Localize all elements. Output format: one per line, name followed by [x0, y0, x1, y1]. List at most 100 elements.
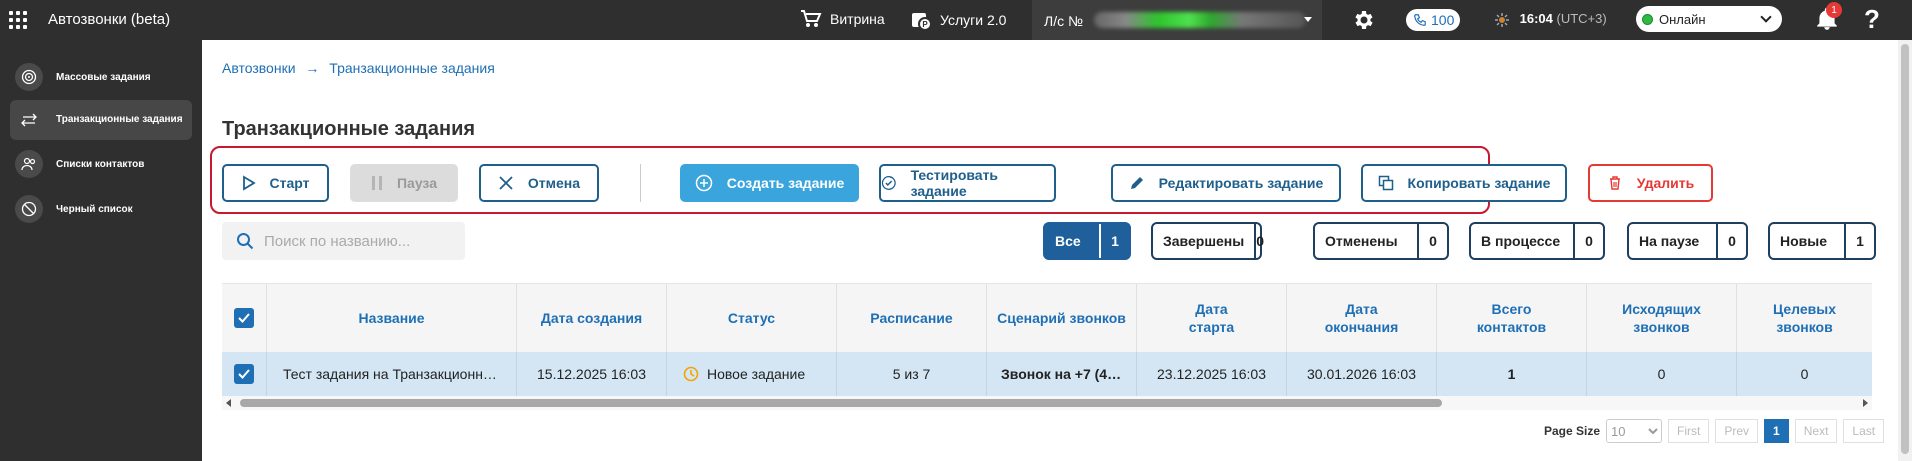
check-icon — [238, 369, 250, 379]
column-header-scenario[interactable]: Сценарий звонков — [987, 284, 1137, 352]
column-header-name[interactable]: Название — [267, 284, 517, 352]
column-header-schedule[interactable]: Расписание — [837, 284, 987, 352]
current-page-button[interactable]: 1 — [1764, 419, 1789, 443]
edit-task-label: Редактировать задание — [1158, 175, 1324, 191]
scrollbar-thumb[interactable] — [1901, 44, 1909, 454]
column-header-end[interactable]: Дата окончания — [1287, 284, 1437, 352]
phone-icon — [1414, 14, 1426, 26]
cell-end: 30.01.2026 16:03 — [1287, 352, 1437, 396]
breadcrumb-current[interactable]: Транзакционные задания — [329, 60, 495, 76]
create-task-label: Создать задание — [726, 175, 845, 191]
cell-scenario: Звонок на +7 (4… — [987, 352, 1137, 396]
table-row[interactable]: Тест задания на Транзакционн… 15.12.2025… — [222, 352, 1872, 396]
search-input[interactable]: Поиск по названию... — [222, 222, 465, 260]
column-header-contacts[interactable]: Всего контактов — [1437, 284, 1587, 352]
clock-time: 16:04 — [1519, 11, 1553, 26]
cell-target: 0 — [1800, 366, 1809, 382]
page-title: Транзакционные задания — [222, 118, 476, 140]
check-circle-icon — [881, 176, 896, 190]
first-page-button[interactable]: First — [1668, 419, 1710, 443]
start-button[interactable]: Старт — [222, 164, 329, 202]
cancel-button[interactable]: Отмена — [479, 164, 599, 202]
next-page-button[interactable]: Next — [1794, 419, 1838, 443]
pause-button[interactable]: Пауза — [350, 164, 458, 202]
column-header-target[interactable]: Целевых звонков — [1737, 284, 1872, 352]
scroll-right-icon[interactable] — [1863, 399, 1868, 407]
table-header: Название Дата создания Статус Расписание… — [222, 284, 1872, 352]
close-icon — [499, 176, 513, 190]
services-link[interactable]: P Услуги 2.0 — [910, 9, 1006, 31]
filter-cancelled[interactable]: Отменены 0 — [1313, 222, 1449, 260]
filter-label: Отменены — [1325, 233, 1398, 249]
status-select[interactable]: Онлайн — [1636, 6, 1782, 32]
scroll-left-icon[interactable] — [226, 399, 231, 407]
gear-icon[interactable] — [1351, 8, 1375, 32]
delete-button[interactable]: Удалить — [1588, 164, 1713, 202]
filter-count: 1 — [1844, 224, 1874, 258]
cancel-label: Отмена — [527, 175, 581, 191]
account-selector[interactable]: Л/с № — [1032, 0, 1322, 40]
showcase-label: Витрина — [830, 11, 885, 27]
calls-counter[interactable]: 100 — [1406, 9, 1460, 31]
filter-count: 0 — [1254, 224, 1264, 258]
block-icon — [15, 195, 43, 223]
filter-completed[interactable]: Завершены 0 — [1151, 222, 1264, 260]
copy-task-button[interactable]: Копировать задание — [1361, 164, 1567, 202]
cell-created: 15.12.2025 16:03 — [517, 352, 667, 396]
breadcrumb-root-link[interactable]: Автозвонки — [222, 60, 296, 76]
svg-text:P: P — [922, 20, 928, 29]
page-size-select[interactable]: 10 — [1606, 419, 1663, 443]
filter-count: 0 — [1417, 224, 1447, 258]
pause-label: Пауза — [396, 175, 437, 191]
filter-count: 1 — [1099, 224, 1129, 258]
select-all-checkbox[interactable] — [234, 308, 254, 328]
prev-page-button[interactable]: Prev — [1715, 419, 1759, 443]
search-placeholder: Поиск по названию... — [264, 232, 411, 250]
sidebar-item-transactional-tasks[interactable]: Транзакционные задания — [10, 100, 192, 140]
table-horizontal-scrollbar[interactable] — [222, 396, 1872, 410]
edit-task-button[interactable]: Редактировать задание — [1111, 164, 1341, 202]
calls-count: 100 — [1431, 12, 1455, 28]
sidebar: Массовые задания Транзакционные задания … — [0, 40, 202, 461]
create-task-button[interactable]: Создать задание — [680, 164, 859, 202]
last-page-button[interactable]: Last — [1843, 419, 1885, 443]
sidebar-item-mass-tasks[interactable]: Массовые задания — [10, 60, 192, 94]
breadcrumb-arrow: → — [305, 60, 320, 76]
showcase-link[interactable]: Витрина — [800, 9, 885, 29]
app-title: Автозвонки (beta) — [48, 11, 171, 28]
test-task-label: Тестировать задание — [910, 167, 999, 199]
page-scrollbar[interactable] — [1898, 40, 1912, 461]
column-header-start[interactable]: Дата старта — [1137, 284, 1287, 352]
filter-label: В процессе — [1481, 233, 1561, 249]
horizontal-scroll-thumb[interactable] — [240, 399, 1442, 407]
chevron-down-icon — [1760, 11, 1772, 23]
apps-grid-icon[interactable] — [9, 11, 27, 29]
notifications-button[interactable]: 1 — [1814, 2, 1842, 32]
services-icon: P — [912, 13, 932, 31]
column-header-outgoing[interactable]: Исходящих звонков — [1587, 284, 1737, 352]
sidebar-item-blacklist[interactable]: Черный список — [10, 192, 192, 226]
weather-icon — [1495, 12, 1509, 27]
cell-contacts: 1 — [1437, 352, 1587, 396]
filter-new[interactable]: Новые 1 — [1768, 222, 1876, 260]
play-icon — [242, 175, 256, 191]
filter-count: 0 — [1716, 224, 1746, 258]
sidebar-item-contact-lists[interactable]: Списки контактов — [10, 147, 192, 181]
pagination: Page Size 10 First Prev 1 Next Last — [1544, 419, 1885, 443]
column-header-status[interactable]: Статус — [667, 284, 837, 352]
sidebar-item-label: Массовые задания — [56, 71, 151, 83]
row-checkbox[interactable] — [234, 364, 254, 384]
filter-paused[interactable]: На паузе 0 — [1627, 222, 1748, 260]
filter-in-progress[interactable]: В процессе 0 — [1469, 222, 1605, 260]
filter-all[interactable]: Все 1 — [1043, 222, 1131, 260]
pencil-icon — [1130, 177, 1143, 189]
status-text: Новое задание — [707, 366, 806, 382]
services-label: Услуги 2.0 — [940, 12, 1007, 28]
cell-outgoing: 0 — [1587, 352, 1737, 396]
cell-schedule: 5 из 7 — [837, 352, 987, 396]
column-header-created[interactable]: Дата создания — [517, 284, 667, 352]
filter-label: Все — [1055, 233, 1081, 249]
test-task-button[interactable]: Тестировать задание — [879, 164, 1056, 202]
help-icon[interactable]: ? — [1864, 4, 1880, 35]
cart-icon — [801, 10, 822, 27]
